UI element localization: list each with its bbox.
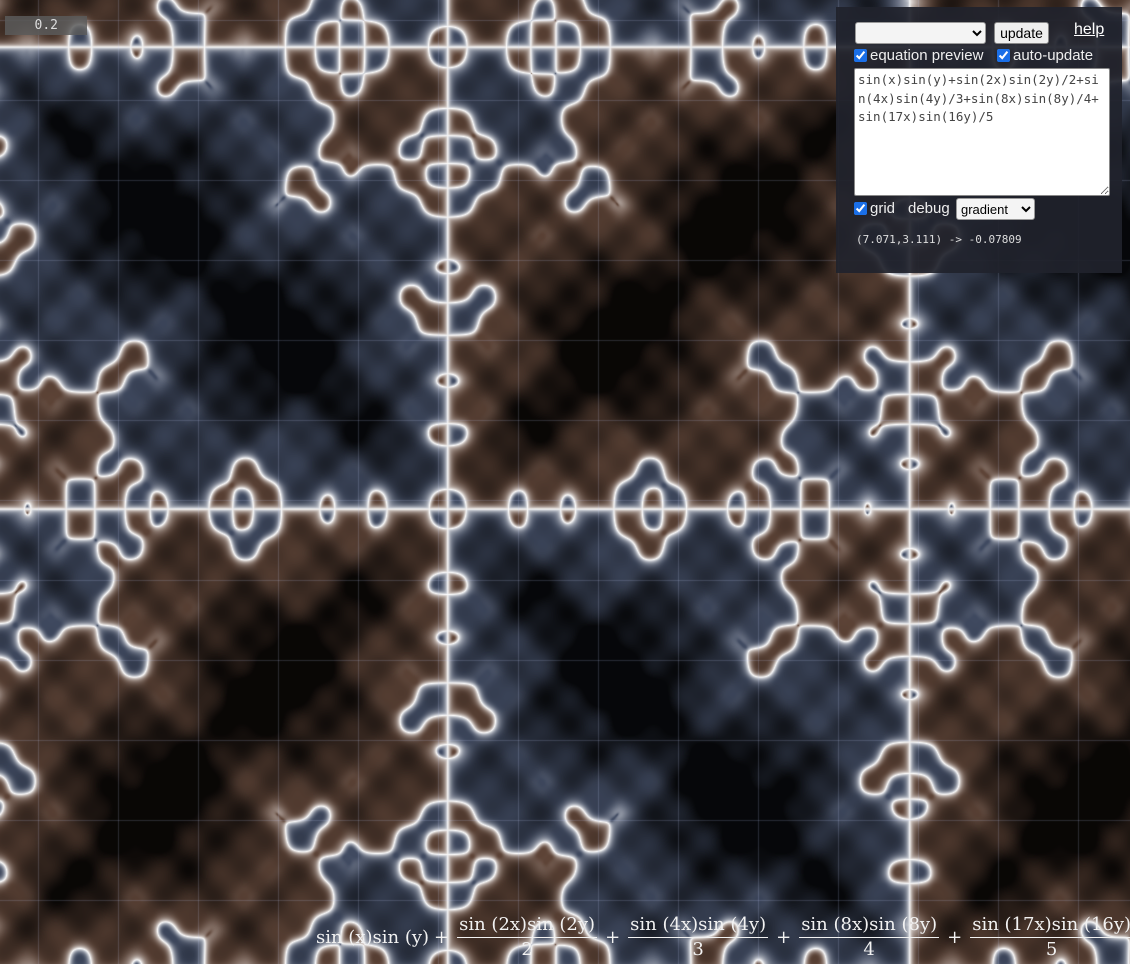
equation-preview-label: equation preview bbox=[870, 47, 984, 64]
fraction-term: sin (4x)sin (4y) 3 bbox=[628, 914, 769, 961]
fraction-denominator: 2 bbox=[521, 938, 533, 960]
grid-checkbox[interactable] bbox=[854, 202, 867, 215]
plus-sign: + bbox=[947, 926, 963, 948]
equation-preview: sin (x)sin (y) + sin (2x)sin (2y) 2 + si… bbox=[316, 910, 1130, 964]
fraction-numerator: sin (8x)sin (8y) bbox=[799, 914, 940, 938]
fraction-term: sin (8x)sin (8y) 4 bbox=[799, 914, 940, 961]
update-button[interactable]: update bbox=[994, 22, 1049, 44]
auto-update-toggle[interactable]: auto-update bbox=[997, 47, 1093, 64]
fraction-numerator: sin (4x)sin (4y) bbox=[628, 914, 769, 938]
plus-sign: + bbox=[605, 926, 621, 948]
equation-preview-checkbox[interactable] bbox=[854, 49, 867, 62]
equation-term-1: sin (x)sin (y) bbox=[316, 926, 430, 948]
plus-sign: + bbox=[776, 926, 792, 948]
fraction-term: sin (17x)sin (16y) 5 bbox=[970, 914, 1130, 961]
plot-viewport[interactable]: 0.2 update help equation preview auto-up… bbox=[0, 0, 1130, 964]
debug-label: debug bbox=[908, 200, 950, 217]
equation-input[interactable]: sin(x)sin(y)+sin(2x)sin(2y)/2+sin(4x)sin… bbox=[854, 68, 1110, 196]
fraction-term: sin (2x)sin (2y) 2 bbox=[457, 914, 598, 961]
fraction-numerator: sin (2x)sin (2y) bbox=[457, 914, 598, 938]
control-panel: update help equation preview auto-update… bbox=[836, 7, 1122, 273]
coordinate-readout: (7.071,3.111) -> -0.07809 bbox=[856, 233, 1022, 246]
equation-preview-toggle[interactable]: equation preview bbox=[854, 47, 983, 64]
fraction-numerator: sin (17x)sin (16y) bbox=[970, 914, 1130, 938]
debug-mode-select[interactable]: gradient bbox=[956, 198, 1035, 220]
fraction-denominator: 3 bbox=[692, 938, 704, 960]
auto-update-checkbox[interactable] bbox=[997, 49, 1010, 62]
help-link[interactable]: help bbox=[1074, 21, 1104, 39]
fraction-denominator: 4 bbox=[863, 938, 875, 960]
auto-update-label: auto-update bbox=[1013, 47, 1094, 64]
fraction-denominator: 5 bbox=[1045, 938, 1058, 960]
grid-label: grid bbox=[870, 200, 896, 217]
preset-select[interactable] bbox=[855, 22, 986, 44]
time-readout: 0.2 bbox=[5, 16, 87, 35]
grid-toggle[interactable]: grid bbox=[854, 200, 895, 217]
plus-sign: + bbox=[434, 926, 450, 948]
